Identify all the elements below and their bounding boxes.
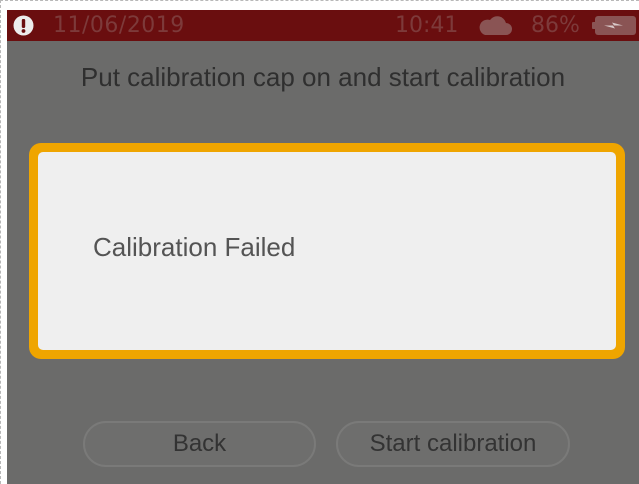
back-button[interactable]: Back [83,421,316,467]
status-bar: 11/06/2019 10:41 86% [7,10,639,41]
dialog-message: Calibration Failed [93,232,296,262]
alert-icon [13,15,34,36]
status-time: 10:41 [395,13,459,38]
battery-percent: 86% [531,13,580,38]
device-screen: 11/06/2019 10:41 86% Put calibration cap… [7,10,639,484]
start-calibration-button[interactable]: Start calibration [336,421,570,467]
dialog-body: Calibration Failed [38,152,616,350]
cloud-icon [479,16,512,35]
calibration-result-dialog: Calibration Failed [29,143,625,359]
battery-charging-icon [592,16,636,35]
status-date: 11/06/2019 [53,13,185,38]
instruction-text: Put calibration cap on and start calibra… [80,62,566,92]
